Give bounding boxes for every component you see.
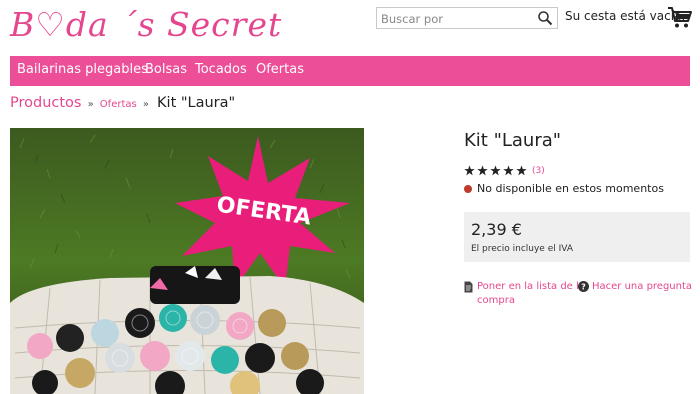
rating-count-link[interactable]: (3) [532,166,545,176]
brand-logo[interactable]: B♡da ´s Secret [10,4,281,46]
product-price: 2,39 € [471,220,522,239]
breadcrumb: Productos » Ofertas » Kit "Laura" [10,92,235,111]
breadcrumb-ofertas[interactable]: Ofertas [100,99,137,110]
question-icon: ? [578,281,589,292]
vat-note: El precio incluye el IVA [471,244,573,254]
star-icon [477,165,488,176]
shopping-cart-icon[interactable] [667,6,693,30]
search-icon[interactable] [537,10,553,26]
nav-item-bailarinas[interactable]: Bailarinas plegables [17,62,148,77]
ask-question-link[interactable]: ? Hacer una pregunta [578,280,692,294]
wishlist-label-line1: Poner en la lista de la [477,281,585,292]
breadcrumb-productos[interactable]: Productos [10,95,81,111]
availability-text: No disponible en estos momentos [477,182,664,195]
document-icon [464,281,473,293]
product-rating[interactable]: (3) [464,165,545,176]
availability: No disponible en estos momentos [464,182,664,195]
star-icon [503,165,514,176]
svg-text:?: ? [581,283,586,292]
main-nav: Bailarinas plegables Bolsas Tocados Ofer… [10,56,690,86]
wishlist-label-line2: compra [477,295,515,306]
breadcrumb-separator: » [142,99,149,110]
nav-item-tocados[interactable]: Tocados [195,62,247,77]
price-box: 2,39 € El precio incluye el IVA [464,212,690,262]
breadcrumb-current: Kit "Laura" [157,95,236,111]
product-title: Kit "Laura" [464,130,562,151]
nav-item-bolsas[interactable]: Bolsas [145,62,187,77]
search-box [376,7,558,29]
star-icon [516,165,527,176]
add-to-wishlist-link[interactable]: Poner en la lista de la compra [464,280,585,308]
ask-question-label: Hacer una pregunta [592,281,693,292]
star-icon [490,165,501,176]
search-input[interactable] [377,9,527,29]
unavailable-dot-icon [464,184,472,193]
nav-item-ofertas[interactable]: Ofertas [256,62,304,77]
product-image[interactable]: OFERTA [10,128,364,394]
star-icon [464,165,475,176]
breadcrumb-separator: » [87,99,94,110]
brand-name: B♡da ´s Secret [10,5,283,44]
